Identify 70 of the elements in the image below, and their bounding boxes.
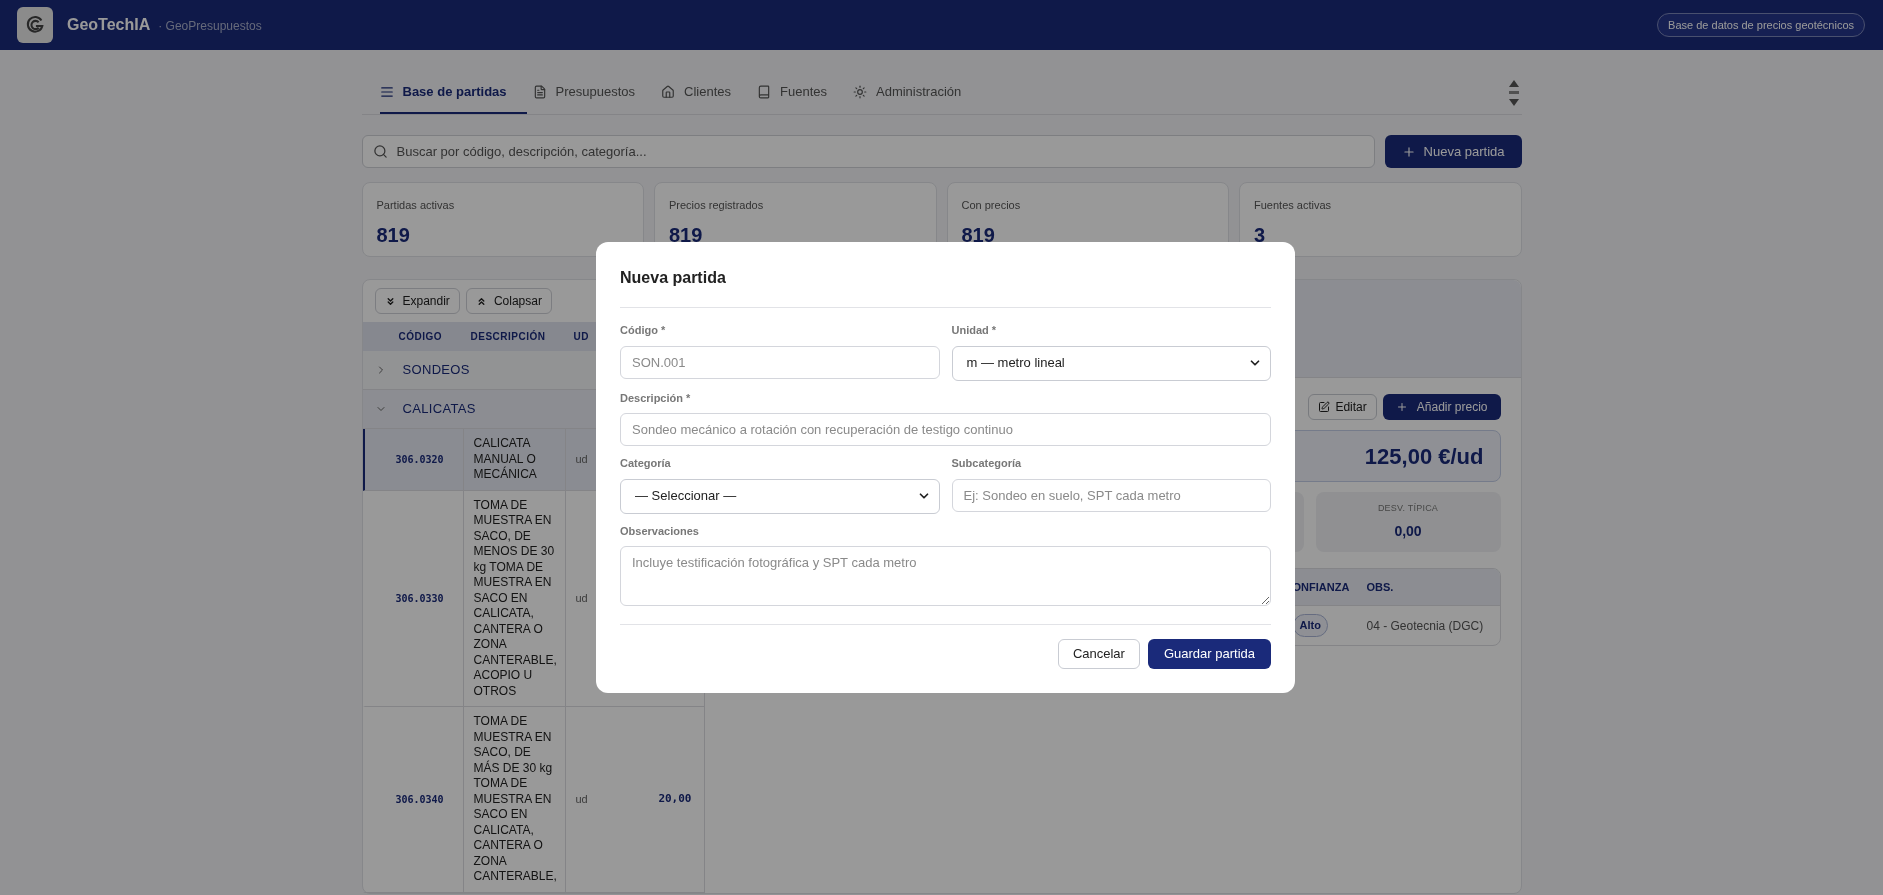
stat-label: Con precios — [961, 198, 1022, 213]
stat-label: Precios registrados — [669, 198, 765, 213]
select-field[interactable]: — Seleccionar — — [620, 478, 940, 514]
edit-button[interactable]: Editar — [1308, 394, 1377, 420]
code-cell-text: 306.0340 — [394, 792, 445, 807]
nav-tab[interactable]: Clientes — [661, 72, 751, 114]
code-cell-text: 306.0330 — [394, 591, 445, 606]
table-cell-text: 04 - Geotecnia (DGC) — [1365, 617, 1485, 635]
search-field[interactable]: Buscar por código, descripción, categoría... — [361, 135, 1375, 168]
cancel-button[interactable]: Cancelar — [1057, 639, 1140, 669]
field-label: Observaciones — [620, 523, 700, 539]
stat-value: 3 — [1254, 222, 1267, 248]
field-label: Descripción * — [620, 390, 692, 406]
sun-icon — [853, 85, 867, 99]
plus-icon — [1401, 144, 1416, 159]
expand-button[interactable]: Expandir — [374, 288, 460, 314]
price-cell-text: 20,00 — [657, 791, 693, 807]
field-label: Unidad * — [951, 323, 998, 338]
brand-name: GeoTechIA — [67, 15, 151, 35]
group-name: CALICATAS — [402, 400, 476, 419]
save-button[interactable]: Guardar partida — [1147, 639, 1271, 669]
field-label: Categoría — [620, 456, 672, 471]
nav-tab[interactable]: Base de partidas — [379, 72, 527, 114]
column-header: UD — [572, 330, 590, 344]
unit-cell-text: ud — [574, 792, 589, 807]
nav-tab[interactable]: Administración — [853, 72, 982, 114]
stat-label: Fuentes activas — [1254, 198, 1333, 213]
description-cell: TOMA DE MUESTRA EN SACO, DE MÁS DE 30 kg TOMA DE MUESTRA EN SACO EN CALICATA, CANTERA O ZONA CANTERABLE, — [462, 707, 566, 892]
search-icon — [372, 144, 388, 159]
app-subtitle: · GeoPresupuestos — [158, 18, 262, 35]
unit-cell-text: ud — [574, 591, 589, 606]
plus-icon — [1395, 401, 1408, 413]
add-price-button[interactable]: Añadir precio — [1382, 394, 1501, 420]
column-header: ONFIANZA — [1292, 579, 1351, 595]
column-header: DESCRIPCIÓN — [469, 329, 547, 344]
price-value: 125,00 €/ud — [1364, 442, 1484, 471]
house-icon — [661, 85, 676, 99]
stat-label: Partidas activas — [376, 198, 456, 213]
logo-icon — [17, 7, 53, 43]
select-field[interactable]: m — metro lineal — [951, 345, 1271, 381]
nav-tab[interactable]: Presupuestos — [532, 72, 656, 114]
code-cell-text: 306.0320 — [394, 452, 445, 467]
stat-label: DESV. TÍPICA — [1377, 501, 1439, 515]
field-label: Código * — [620, 323, 667, 338]
nav-tab[interactable]: Fuentes — [757, 72, 847, 114]
stat-value: 819 — [669, 222, 704, 248]
modal-title: Nueva partida — [620, 268, 727, 288]
edit-icon — [1318, 401, 1331, 413]
list-icon — [379, 85, 394, 99]
input-field[interactable]: Sondeo mecánico a rotación con recuperación de testigo continuo — [620, 413, 1271, 446]
new-item-button[interactable]: Nueva partida — [1384, 135, 1522, 168]
input-field[interactable]: SON.001 — [620, 345, 940, 379]
collapse-button[interactable]: Colapsar — [465, 288, 552, 314]
column-header: OBS. — [1365, 579, 1395, 595]
field-label: Subcategoría — [951, 456, 1023, 471]
database-button[interactable]: Base de datos de precios geotécnicos — [1657, 12, 1865, 38]
document-icon — [532, 85, 547, 99]
stat-value: 0,00 — [1394, 522, 1422, 542]
group-name: SONDEOS — [402, 361, 470, 380]
unit-cell-text: ud — [574, 452, 589, 467]
column-header: CÓDIGO — [397, 329, 444, 344]
stat-value: 819 — [376, 222, 411, 248]
text-area[interactable]: Incluye testificación fotográfica y SPT cada metro — [620, 546, 1271, 606]
table-row[interactable]: 306.0340 TOMA DE MUESTRA EN SACO, DE MÁS DE 30 kg TOMA DE MUESTRA EN SACO EN CALICATA, CANTERA O ZONA CANTERABLE, ud 20,00 — [362, 707, 704, 893]
stat-value: 819 — [961, 222, 996, 248]
scroll-arrows-icon — [1507, 78, 1520, 108]
description-cell: CALICATA MANUAL O MECÁNICA — [462, 429, 566, 490]
book-icon — [757, 85, 771, 99]
input-field[interactable]: Ej: Sondeo en suelo, SPT cada metro — [951, 478, 1271, 512]
description-cell: TOMA DE MUESTRA EN SACO, DE MENOS DE 30 kg TOMA DE MUESTRA EN SACO EN CALICATA, CANTERA O ZONA CANTERABLE, ACOPIO U OTROS — [462, 490, 566, 706]
